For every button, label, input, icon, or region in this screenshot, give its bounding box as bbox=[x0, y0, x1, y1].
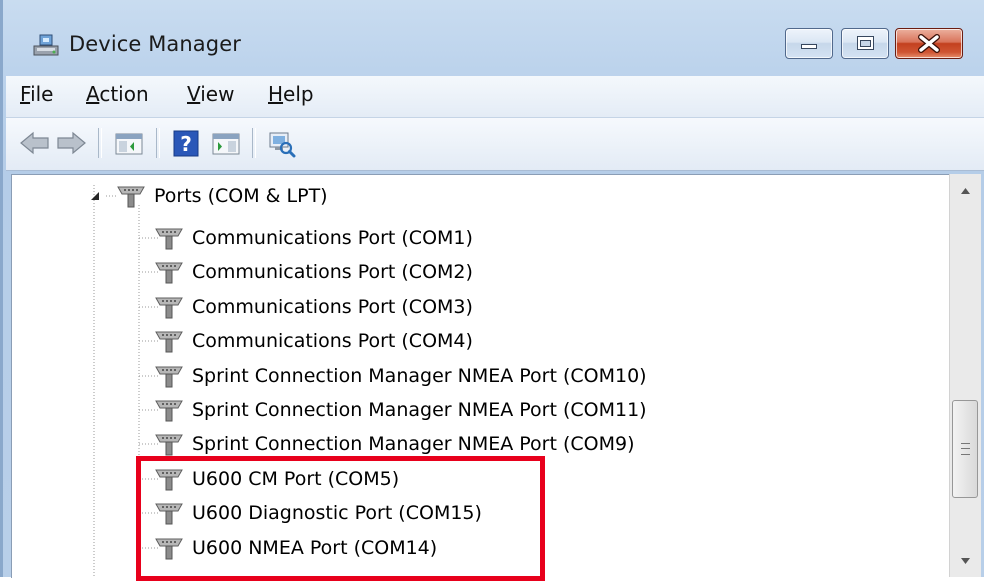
scroll-up-arrow-icon[interactable] bbox=[950, 174, 981, 208]
back-arrow-icon[interactable] bbox=[18, 128, 52, 158]
port-icon bbox=[155, 434, 183, 456]
tree-item-label: U600 NMEA Port (COM14) bbox=[192, 537, 438, 559]
device-manager-icon bbox=[33, 34, 59, 56]
tree-item-port[interactable]: Communications Port (COM1) bbox=[152, 221, 473, 255]
scroll-thumb[interactable] bbox=[952, 400, 978, 498]
port-icon bbox=[155, 503, 183, 525]
menu-action-accelerator: A bbox=[86, 82, 100, 106]
window-title: Device Manager bbox=[69, 32, 241, 56]
port-icon bbox=[155, 228, 183, 250]
vertical-scrollbar[interactable] bbox=[949, 174, 981, 577]
minimize-icon bbox=[801, 44, 817, 49]
tree-category-ports[interactable]: Ports (COM & LPT) bbox=[114, 179, 328, 213]
tree-item-port[interactable]: U600 CM Port (COM5) bbox=[152, 462, 399, 496]
port-icon bbox=[155, 400, 183, 422]
title-bar[interactable]: Device Manager bbox=[3, 0, 984, 76]
tree-item-label: Sprint Connection Manager NMEA Port (COM… bbox=[192, 399, 647, 421]
tree-item-port[interactable]: Communications Port (COM3) bbox=[152, 290, 473, 324]
menu-view[interactable]: View bbox=[187, 82, 234, 106]
toolbar-separator bbox=[98, 128, 102, 158]
tree-item-label: U600 CM Port (COM5) bbox=[192, 468, 400, 490]
tree-item-label: U600 Diagnostic Port (COM15) bbox=[192, 502, 482, 524]
tree-item-port[interactable]: Communications Port (COM2) bbox=[152, 255, 473, 289]
menu-file-label: ile bbox=[30, 82, 54, 106]
toolbar: ? bbox=[6, 118, 984, 171]
menu-bar: File Action View Help bbox=[6, 76, 984, 118]
properties-icon[interactable] bbox=[209, 128, 243, 158]
tree-category-label: Ports (COM & LPT) bbox=[154, 185, 328, 207]
menu-action-label: ction bbox=[99, 82, 149, 106]
port-icon bbox=[117, 186, 145, 208]
close-icon bbox=[918, 34, 940, 53]
tree-item-port[interactable]: Sprint Connection Manager NMEA Port (COM… bbox=[152, 393, 647, 427]
tree-item-port[interactable]: Sprint Connection Manager NMEA Port (COM… bbox=[152, 427, 635, 461]
svg-text:?: ? bbox=[180, 132, 192, 156]
tree-item-label: Communications Port (COM3) bbox=[192, 296, 473, 318]
device-manager-window: Device Manager File Action View Help ? P… bbox=[0, 0, 984, 581]
port-icon bbox=[155, 262, 183, 284]
scroll-down-arrow-icon[interactable] bbox=[950, 544, 981, 578]
scan-hardware-icon[interactable] bbox=[264, 128, 298, 158]
show-hide-console-tree-icon[interactable] bbox=[112, 128, 146, 158]
menu-action[interactable]: Action bbox=[86, 82, 149, 106]
tree-item-label: Sprint Connection Manager NMEA Port (COM… bbox=[192, 365, 647, 387]
maximize-button[interactable] bbox=[841, 28, 889, 59]
help-icon[interactable]: ? bbox=[169, 128, 203, 158]
port-icon bbox=[155, 469, 183, 491]
port-icon bbox=[155, 538, 183, 560]
tree-item-label: Communications Port (COM2) bbox=[192, 261, 473, 283]
toolbar-separator bbox=[252, 128, 256, 158]
device-tree[interactable]: Ports (COM & LPT) Communications Port (C… bbox=[11, 174, 950, 578]
menu-help-label: elp bbox=[283, 82, 314, 106]
close-button[interactable] bbox=[895, 28, 963, 59]
maximize-icon bbox=[857, 36, 874, 50]
menu-view-accelerator: V bbox=[187, 82, 201, 106]
tree-item-label: Sprint Connection Manager NMEA Port (COM… bbox=[192, 433, 635, 455]
scroll-grip-icon bbox=[961, 443, 970, 455]
minimize-button[interactable] bbox=[785, 28, 833, 59]
tree-item-label: Communications Port (COM4) bbox=[192, 330, 473, 352]
port-icon bbox=[155, 366, 183, 388]
menu-help-accelerator: H bbox=[268, 82, 284, 106]
tree-item-port[interactable]: U600 NMEA Port (COM14) bbox=[152, 531, 437, 565]
menu-help[interactable]: Help bbox=[268, 82, 314, 106]
port-icon bbox=[155, 331, 183, 353]
menu-view-label: iew bbox=[200, 82, 235, 106]
menu-file[interactable]: File bbox=[20, 82, 53, 106]
port-icon bbox=[155, 297, 183, 319]
tree-item-port[interactable]: Sprint Connection Manager NMEA Port (COM… bbox=[152, 359, 647, 393]
tree-item-port[interactable]: Communications Port (COM4) bbox=[152, 324, 473, 358]
toolbar-separator bbox=[156, 128, 160, 158]
forward-arrow-icon[interactable] bbox=[54, 128, 88, 158]
collapse-triangle-icon[interactable] bbox=[90, 191, 100, 201]
tree-item-label: Communications Port (COM1) bbox=[192, 227, 473, 249]
tree-item-port[interactable]: U600 Diagnostic Port (COM15) bbox=[152, 496, 482, 530]
menu-file-accelerator: F bbox=[20, 82, 31, 106]
